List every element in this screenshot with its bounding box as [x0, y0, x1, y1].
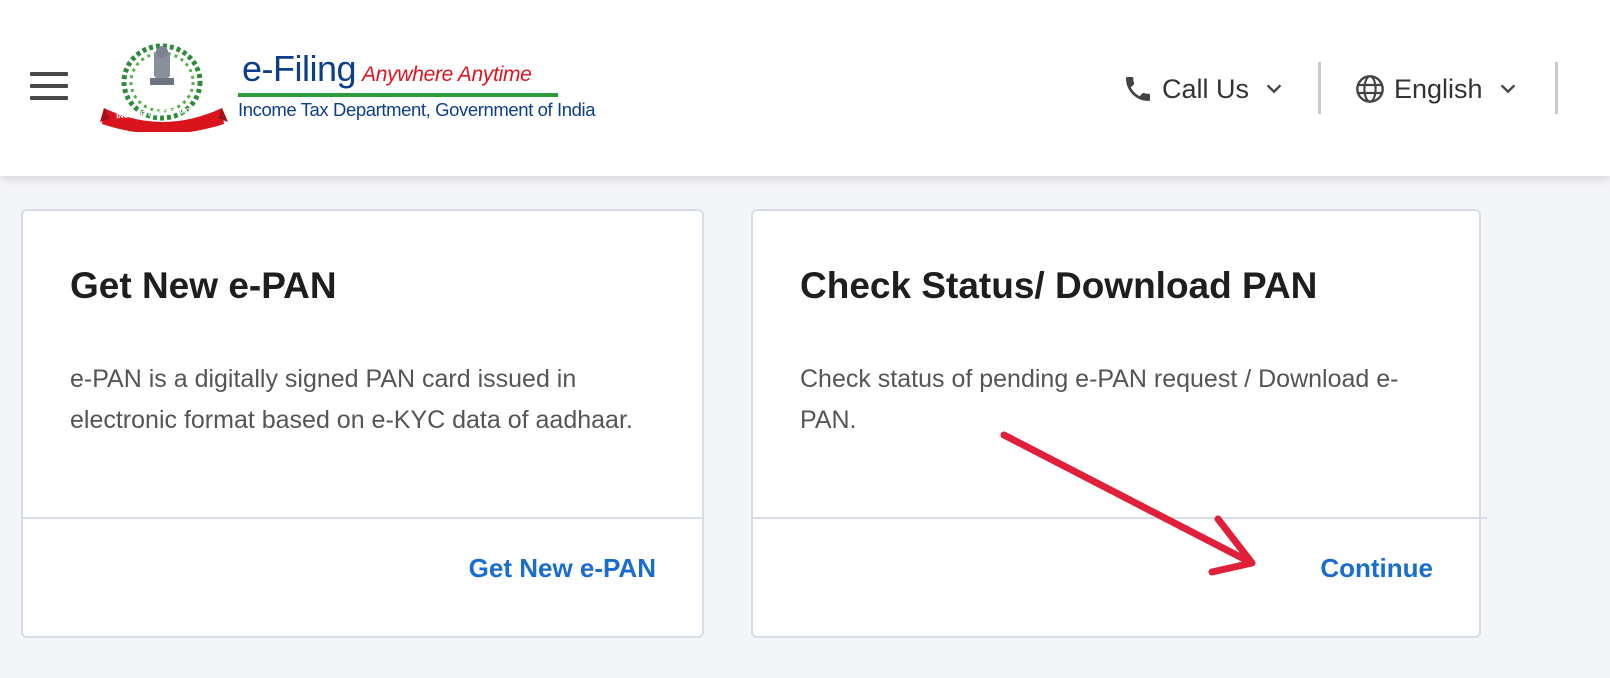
- language-selector[interactable]: English: [1354, 66, 1519, 112]
- logo-tagline: Anywhere Anytime: [362, 63, 532, 86]
- site-header: INCOME TAX DEPARTMENT e-Filing Anywhere A…: [0, 0, 1610, 176]
- efiling-logo-title: e-Filing Anywhere Anytime: [242, 48, 532, 94]
- card-title: Check Status/ Download PAN: [800, 265, 1318, 306]
- logo-subtitle: Income Tax Department, Government of Ind…: [238, 99, 596, 120]
- header-divider: [1555, 62, 1558, 114]
- chevron-down-icon: [1266, 84, 1282, 94]
- phone-icon: [1126, 77, 1150, 101]
- header-divider: [1318, 62, 1321, 114]
- globe-icon: [1356, 75, 1384, 103]
- annotation-arrow-icon: [1000, 431, 1256, 576]
- card-divider: [23, 517, 702, 519]
- card-title: Get New e-PAN: [70, 265, 337, 306]
- call-us-menu[interactable]: Call Us: [1122, 66, 1285, 112]
- chevron-down-icon: [1500, 84, 1515, 94]
- continue-link[interactable]: Continue: [1320, 553, 1433, 584]
- logo-divider: [238, 93, 558, 97]
- get-new-epan-card: Get New e-PAN e-PAN is a digitally signe…: [21, 209, 704, 638]
- call-us-label: Call Us: [1162, 73, 1250, 104]
- language-label: English: [1394, 73, 1483, 104]
- card-description: e-PAN is a digitally signed PAN card iss…: [70, 365, 633, 434]
- get-new-epan-link[interactable]: Get New e-PAN: [469, 553, 656, 584]
- income-tax-emblem-logo: INCOME TAX DEPARTMENT: [100, 40, 230, 134]
- logo-title: e-Filing: [242, 48, 357, 89]
- hamburger-menu-icon[interactable]: [30, 72, 68, 100]
